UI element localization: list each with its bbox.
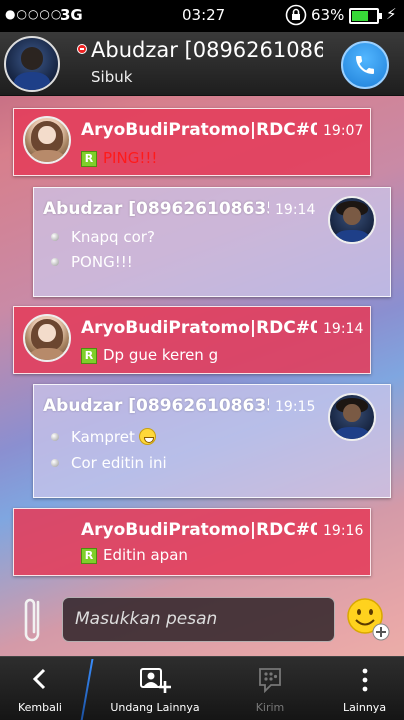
sender-avatar[interactable] (328, 196, 376, 244)
sender-avatar[interactable] (23, 314, 71, 362)
message-time: 19:16 (323, 523, 364, 539)
invite-more-button[interactable]: Undang Lainnya (100, 657, 210, 720)
contact-status: Sibuk (91, 68, 133, 86)
message-bubble[interactable]: Abudzar [089626108635] 19:15 Kampret Cor… (33, 384, 391, 498)
send-label: Kirim (255, 701, 285, 714)
signal-strength: ●○○○○ (5, 7, 63, 21)
bullet-icon (51, 233, 59, 241)
message-text: Editin apan (103, 546, 188, 564)
battery-icon (349, 8, 382, 24)
message-text: Dp gue keren g (103, 346, 219, 364)
message-input[interactable]: Masukkan pesan (62, 597, 335, 642)
message-bubble[interactable]: AryoBudiPratomo|RDC#0... 19:14 R Dp gue … (13, 306, 371, 374)
message-text: Knapq cor? (71, 228, 155, 246)
emoticon-button[interactable] (346, 597, 390, 641)
laughing-emoji-icon (138, 428, 156, 445)
bbm-icon (257, 667, 283, 696)
message-bubble[interactable]: Abudzar [089626108635] 19:14 Knapq cor? … (33, 187, 391, 297)
battery-percent: 63% (311, 6, 345, 24)
send-button[interactable]: Kirim (225, 657, 315, 720)
more-button[interactable]: Lainnya (325, 657, 404, 720)
overflow-menu-icon (361, 667, 369, 696)
message-time: 19:07 (323, 123, 364, 139)
call-button[interactable] (341, 41, 389, 89)
message-time: 19:15 (275, 399, 316, 415)
add-contact-icon (139, 667, 171, 698)
more-label: Lainnya (342, 701, 387, 714)
back-button[interactable]: Kembali (0, 657, 80, 720)
contact-name[interactable]: Abudzar [089626108635] (91, 38, 323, 62)
charging-icon: ⚡ (386, 5, 397, 23)
message-sender: AryoBudiPratomo|RDC#0... (81, 520, 317, 540)
back-label: Kembali (18, 701, 62, 714)
message-text: PONG!!! (71, 253, 133, 271)
message-bubble[interactable]: AryoBudiPratomo|RDC#0... 19:16 R Editin … (13, 508, 371, 576)
rotation-lock-icon (285, 4, 307, 30)
clock: 03:27 (182, 6, 226, 24)
message-sender: AryoBudiPratomo|RDC#0... (81, 120, 317, 140)
compose-bar: Masukkan pesan (0, 586, 404, 656)
message-sender: Abudzar [089626108635] (43, 396, 269, 416)
message-sender: AryoBudiPratomo|RDC#0... (81, 318, 317, 338)
message-text: PING!!! (103, 149, 158, 167)
busy-icon (77, 44, 87, 54)
message-time: 19:14 (323, 321, 364, 337)
read-receipt-icon: R (81, 348, 97, 364)
chat-header: Abudzar [089626108635] Sibuk (0, 32, 404, 96)
message-text: Cor editin ini (71, 454, 167, 472)
network-type: 3G (60, 6, 83, 24)
sender-avatar[interactable] (23, 116, 71, 164)
read-receipt-icon: R (81, 151, 97, 167)
bullet-icon (51, 258, 59, 266)
invite-label: Undang Lainnya (110, 701, 200, 714)
message-text: Kampret (71, 428, 156, 446)
message-sender: Abudzar [089626108635] (43, 199, 269, 219)
bottom-toolbar: Kembali Undang Lainnya Kirim Lainnya (0, 656, 404, 720)
status-bar: ●○○○○ 3G 03:27 63% ⚡ (0, 0, 404, 32)
bullet-icon (51, 433, 59, 441)
phone-icon (356, 56, 374, 74)
chevron-left-icon (30, 667, 50, 694)
read-receipt-icon: R (81, 548, 97, 564)
bullet-icon (51, 459, 59, 467)
message-time: 19:14 (275, 202, 316, 218)
sender-avatar[interactable] (328, 393, 376, 441)
toolbar-divider (80, 659, 94, 720)
paperclip-icon[interactable] (18, 592, 50, 648)
message-text-content: Kampret (71, 428, 135, 446)
avatar[interactable] (4, 36, 60, 92)
message-bubble[interactable]: AryoBudiPratomo|RDC#0... 19:07 R PING!!! (13, 108, 371, 176)
